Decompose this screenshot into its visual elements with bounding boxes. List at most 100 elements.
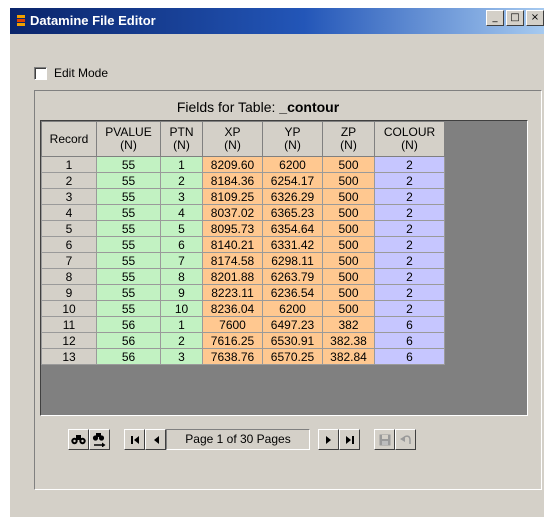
data-cell[interactable]: 500 [322, 300, 375, 317]
data-cell[interactable]: 6497.23 [262, 316, 323, 333]
column-header-ptn[interactable]: PTN (N) [160, 121, 203, 157]
data-cell[interactable]: 8095.73 [202, 220, 263, 237]
record-number-cell[interactable]: 10 [41, 300, 97, 317]
data-cell[interactable]: 1 [160, 316, 203, 333]
data-cell[interactable]: 5 [160, 220, 203, 237]
close-button[interactable]: × [526, 10, 544, 26]
maximize-button[interactable]: □ [506, 10, 524, 26]
record-number-cell[interactable]: 7 [41, 252, 97, 269]
data-cell[interactable]: 7616.25 [202, 332, 263, 349]
data-cell[interactable]: 7638.76 [202, 348, 263, 365]
data-cell[interactable]: 382.38 [322, 332, 375, 349]
data-cell[interactable]: 2 [374, 252, 445, 269]
record-number-cell[interactable]: 12 [41, 332, 97, 349]
data-cell[interactable]: 6263.79 [262, 268, 323, 285]
table-row[interactable]: 1 55 1 8209.60 6200 500 2 [41, 156, 445, 173]
data-cell[interactable]: 8037.02 [202, 204, 263, 221]
data-cell[interactable]: 500 [322, 172, 375, 189]
data-cell[interactable]: 2 [374, 300, 445, 317]
record-number-cell[interactable]: 13 [41, 348, 97, 365]
data-grid-area[interactable]: Record PVALUE (N) PTN (N) XP (N) YP (N) ZP (N) COLO… [40, 120, 528, 416]
data-cell[interactable]: 500 [322, 284, 375, 301]
table-row[interactable]: 4 55 4 8037.02 6365.23 500 2 [41, 204, 445, 221]
data-cell[interactable]: 2 [374, 268, 445, 285]
column-header-yp[interactable]: YP (N) [262, 121, 323, 157]
minimize-button[interactable]: _ [486, 10, 504, 26]
data-cell[interactable]: 500 [322, 252, 375, 269]
data-cell[interactable]: 56 [96, 332, 161, 349]
last-page-icon[interactable] [339, 429, 360, 450]
data-cell[interactable]: 500 [322, 204, 375, 221]
column-header-colour[interactable]: COLOUR (N) [374, 121, 445, 157]
data-cell[interactable]: 8236.04 [202, 300, 263, 317]
column-header-xp[interactable]: XP (N) [202, 121, 263, 157]
data-cell[interactable]: 7600 [202, 316, 263, 333]
data-cell[interactable]: 6298.11 [262, 252, 323, 269]
data-cell[interactable]: 6 [374, 316, 445, 333]
data-cell[interactable]: 500 [322, 188, 375, 205]
table-row[interactable]: 11 56 1 7600 6497.23 382 6 [41, 316, 445, 333]
data-cell[interactable]: 2 [374, 236, 445, 253]
data-cell[interactable]: 6200 [262, 156, 323, 173]
data-cell[interactable]: 2 [374, 284, 445, 301]
data-cell[interactable]: 8201.88 [202, 268, 263, 285]
data-cell[interactable]: 55 [96, 268, 161, 285]
data-cell[interactable]: 55 [96, 300, 161, 317]
data-cell[interactable]: 8174.58 [202, 252, 263, 269]
table-row[interactable]: 6 55 6 8140.21 6331.42 500 2 [41, 236, 445, 253]
column-header-pvalue[interactable]: PVALUE (N) [96, 121, 161, 157]
record-number-cell[interactable]: 3 [41, 188, 97, 205]
record-number-cell[interactable]: 9 [41, 284, 97, 301]
data-cell[interactable]: 6354.64 [262, 220, 323, 237]
data-cell[interactable]: 6365.23 [262, 204, 323, 221]
data-cell[interactable]: 3 [160, 348, 203, 365]
data-cell[interactable]: 55 [96, 284, 161, 301]
data-cell[interactable]: 382 [322, 316, 375, 333]
edit-mode-checkbox[interactable] [34, 66, 47, 80]
column-header-zp[interactable]: ZP (N) [322, 121, 375, 157]
data-cell[interactable]: 8184.36 [202, 172, 263, 189]
data-cell[interactable]: 2 [374, 220, 445, 237]
data-cell[interactable]: 6236.54 [262, 284, 323, 301]
data-cell[interactable]: 8209.60 [202, 156, 263, 173]
record-number-cell[interactable]: 11 [41, 316, 97, 333]
next-page-icon[interactable] [318, 429, 339, 450]
column-header-record[interactable]: Record [41, 121, 97, 157]
table-row[interactable]: 13 56 3 7638.76 6570.25 382.84 6 [41, 348, 445, 365]
data-cell[interactable]: 55 [96, 204, 161, 221]
record-number-cell[interactable]: 6 [41, 236, 97, 253]
record-number-cell[interactable]: 2 [41, 172, 97, 189]
table-row[interactable]: 3 55 3 8109.25 6326.29 500 2 [41, 188, 445, 205]
data-cell[interactable]: 6530.91 [262, 332, 323, 349]
data-cell[interactable]: 10 [160, 300, 203, 317]
data-cell[interactable]: 56 [96, 316, 161, 333]
data-cell[interactable]: 4 [160, 204, 203, 221]
data-cell[interactable]: 7 [160, 252, 203, 269]
data-cell[interactable]: 2 [160, 332, 203, 349]
data-grid[interactable]: Record PVALUE (N) PTN (N) XP (N) YP (N) ZP (N) COLO… [41, 121, 445, 365]
data-cell[interactable]: 8223.11 [202, 284, 263, 301]
data-cell[interactable]: 6 [374, 332, 445, 349]
data-cell[interactable]: 6 [160, 236, 203, 253]
data-cell[interactable]: 6200 [262, 300, 323, 317]
data-cell[interactable]: 6 [374, 348, 445, 365]
record-number-cell[interactable]: 5 [41, 220, 97, 237]
data-cell[interactable]: 8140.21 [202, 236, 263, 253]
data-cell[interactable]: 2 [160, 172, 203, 189]
data-cell[interactable]: 6254.17 [262, 172, 323, 189]
table-row[interactable]: 7 55 7 8174.58 6298.11 500 2 [41, 252, 445, 269]
first-page-icon[interactable] [124, 429, 145, 450]
table-row[interactable]: 5 55 5 8095.73 6354.64 500 2 [41, 220, 445, 237]
table-row[interactable]: 12 56 2 7616.25 6530.91 382.38 6 [41, 332, 445, 349]
record-number-cell[interactable]: 1 [41, 156, 97, 173]
data-cell[interactable]: 2 [374, 204, 445, 221]
table-row[interactable]: 10 55 10 8236.04 6200 500 2 [41, 300, 445, 317]
data-cell[interactable]: 9 [160, 284, 203, 301]
data-cell[interactable]: 3 [160, 188, 203, 205]
data-cell[interactable]: 55 [96, 156, 161, 173]
data-cell[interactable]: 500 [322, 220, 375, 237]
data-cell[interactable]: 55 [96, 172, 161, 189]
title-bar[interactable]: Datamine File Editor _ □ × [10, 8, 544, 34]
data-cell[interactable]: 500 [322, 236, 375, 253]
data-cell[interactable]: 55 [96, 188, 161, 205]
